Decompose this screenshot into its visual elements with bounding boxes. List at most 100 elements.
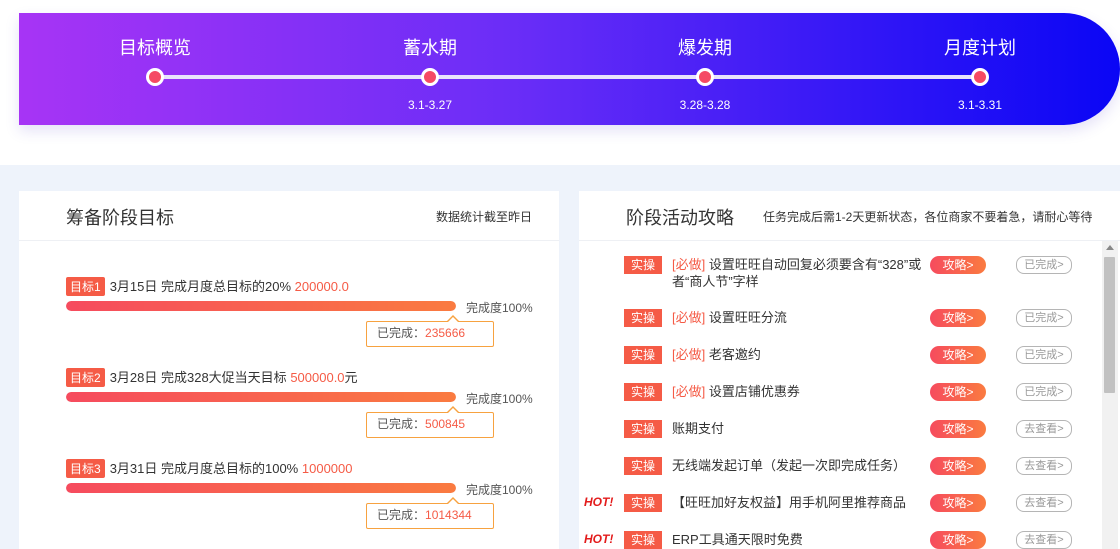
tasks-panel-header: 阶段活动攻略 任务完成后需1-2天更新状态，各位商家不要着急，请耐心等待 — [579, 191, 1120, 241]
stage-date: 3.1-3.31 — [957, 98, 1003, 112]
status-button[interactable]: 去查看> — [1016, 420, 1072, 438]
status-button[interactable]: 去查看> — [1016, 531, 1072, 549]
task-label: 设置旺旺分流 — [708, 310, 787, 325]
timeline-line — [155, 75, 981, 79]
goal-tag: 目标2 — [66, 368, 105, 387]
practice-tag: 实操 — [624, 531, 662, 549]
stage-title: 月度计划 — [944, 38, 1016, 58]
task-label: 账期支付 — [672, 421, 725, 436]
task-required: [必做] — [672, 257, 706, 272]
completed-label: 已完成： — [377, 326, 426, 340]
guide-button[interactable]: 攻略> — [930, 383, 986, 401]
status-button[interactable]: 已完成> — [1016, 309, 1072, 327]
practice-tag: 实操 — [624, 383, 662, 401]
stage-dot — [971, 68, 989, 86]
completed-label: 已完成： — [377, 417, 426, 431]
completed-value: 1014344 — [425, 508, 472, 522]
task-label: 设置店铺优惠券 — [708, 384, 800, 399]
practice-tag: 实操 — [624, 420, 662, 438]
progress-label: 完成度100% — [466, 392, 533, 406]
stage-dot — [146, 68, 164, 86]
hot-badge: HOT! — [584, 495, 614, 509]
task-text[interactable]: [必做] 设置店铺优惠券 — [672, 383, 927, 400]
task-text[interactable]: [必做] 设置旺旺分流 — [672, 309, 927, 326]
guide-button[interactable]: 攻略> — [930, 494, 986, 512]
completed-tooltip: 已完成：1014344 — [366, 497, 494, 529]
guide-button[interactable]: 攻略> — [930, 531, 986, 549]
guide-button[interactable]: 攻略> — [930, 420, 986, 438]
guide-button[interactable]: 攻略> — [930, 346, 986, 364]
goal-tag: 目标1 — [66, 277, 105, 296]
goal-heading: 目标3 3月31日 完成月度总目标的100% 1000000 — [66, 458, 353, 478]
task-text[interactable]: [必做] 设置旺旺自动回复必须要含有“328”或者“商人节”字样 — [672, 256, 927, 290]
progress-label: 完成度100% — [466, 301, 533, 315]
status-button[interactable]: 去查看> — [1016, 494, 1072, 512]
scroll-thumb[interactable] — [1104, 257, 1115, 393]
goal-text: 3月15日 完成月度总目标的20% — [109, 279, 292, 294]
stage-title: 蓄水期 — [403, 38, 457, 58]
goal-tag: 目标3 — [66, 459, 105, 478]
stage-title: 目标概览 — [119, 38, 191, 58]
tasks-panel-title: 阶段活动攻略 — [626, 208, 734, 228]
practice-tag: 实操 — [624, 346, 662, 364]
goal-amount: 1000000 — [301, 461, 353, 476]
stage-date: 3.1-3.27 — [407, 98, 453, 112]
guide-button[interactable]: 攻略> — [930, 309, 986, 327]
status-button[interactable]: 已完成> — [1016, 346, 1072, 364]
status-button[interactable]: 已完成> — [1016, 383, 1072, 401]
tasks-panel: 阶段活动攻略 任务完成后需1-2天更新状态，各位商家不要着急，请耐心等待 实操 … — [579, 191, 1120, 549]
guide-button[interactable]: 攻略> — [930, 256, 986, 274]
goals-panel-title: 筹备阶段目标 — [66, 208, 174, 228]
goal-heading: 目标2 3月28日 完成328大促当天目标 500000.0元 — [66, 367, 358, 387]
practice-tag: 实操 — [624, 309, 662, 327]
status-button[interactable]: 去查看> — [1016, 457, 1072, 475]
tasks-panel-note: 任务完成后需1-2天更新状态，各位商家不要着急，请耐心等待 — [763, 210, 1093, 224]
completed-value: 235666 — [425, 326, 466, 340]
scroll-up-arrow-icon[interactable] — [1106, 245, 1114, 250]
progress-bar-fill — [66, 483, 456, 493]
stage-dot — [696, 68, 714, 86]
task-label: 设置旺旺自动回复必须要含有“328”或者“商人节”字样 — [672, 257, 922, 289]
task-text[interactable]: 账期支付 — [672, 420, 927, 437]
guide-button[interactable]: 攻略> — [930, 457, 986, 475]
goals-panel: 筹备阶段目标 数据统计截至昨日 目标1 3月15日 完成月度总目标的20% 200… — [19, 191, 559, 549]
practice-tag: 实操 — [624, 256, 662, 274]
stage-title: 爆发期 — [678, 38, 732, 58]
goal-suffix: 元 — [344, 370, 358, 385]
stage-dot — [421, 68, 439, 86]
goal-text: 3月31日 完成月度总目标的100% — [109, 461, 299, 476]
task-required: [必做] — [672, 347, 706, 362]
task-required: [必做] — [672, 384, 706, 399]
status-button[interactable]: 已完成> — [1016, 256, 1072, 274]
completed-tooltip: 已完成：235666 — [366, 315, 494, 347]
progress-label: 完成度100% — [466, 483, 533, 497]
practice-tag: 实操 — [624, 457, 662, 475]
progress-bar — [66, 483, 456, 493]
stage-date: 3.28-3.28 — [679, 98, 731, 112]
task-label: 老客邀约 — [708, 347, 761, 362]
completed-value: 500845 — [425, 417, 466, 431]
goals-panel-note: 数据统计截至昨日 — [435, 210, 532, 224]
task-label: ERP工具通天限时免费 — [672, 532, 803, 547]
completed-label: 已完成： — [377, 508, 426, 522]
task-text[interactable]: [必做] 老客邀约 — [672, 346, 927, 363]
task-label: 【旺旺加好友权益】用手机阿里推荐商品 — [672, 495, 907, 510]
goal-amount: 200000.0 — [294, 279, 349, 294]
task-text[interactable]: 【旺旺加好友权益】用手机阿里推荐商品 — [672, 494, 927, 511]
task-text[interactable]: ERP工具通天限时免费 — [672, 531, 927, 548]
task-list-scrollbar[interactable] — [1102, 241, 1118, 549]
progress-bar — [66, 392, 456, 402]
progress-bar — [66, 301, 456, 311]
progress-bar-fill — [66, 301, 456, 311]
completed-tooltip: 已完成：500845 — [366, 406, 494, 438]
hot-badge: HOT! — [584, 532, 614, 546]
task-text[interactable]: 无线端发起订单（发起一次即完成任务） — [672, 457, 927, 474]
practice-tag: 实操 — [624, 494, 662, 512]
goal-heading: 目标1 3月15日 完成月度总目标的20% 200000.0 — [66, 276, 349, 296]
goals-panel-header: 筹备阶段目标 数据统计截至昨日 — [19, 191, 559, 241]
goal-amount: 500000.0 — [290, 370, 345, 385]
task-required: [必做] — [672, 310, 706, 325]
progress-bar-fill — [66, 392, 456, 402]
goal-text: 3月28日 完成328大促当天目标 — [109, 370, 287, 385]
stage-timeline: 目标概览 蓄水期 3.1-3.27 爆发期 3.28-3.28 月度计划 3.1… — [19, 13, 1120, 125]
